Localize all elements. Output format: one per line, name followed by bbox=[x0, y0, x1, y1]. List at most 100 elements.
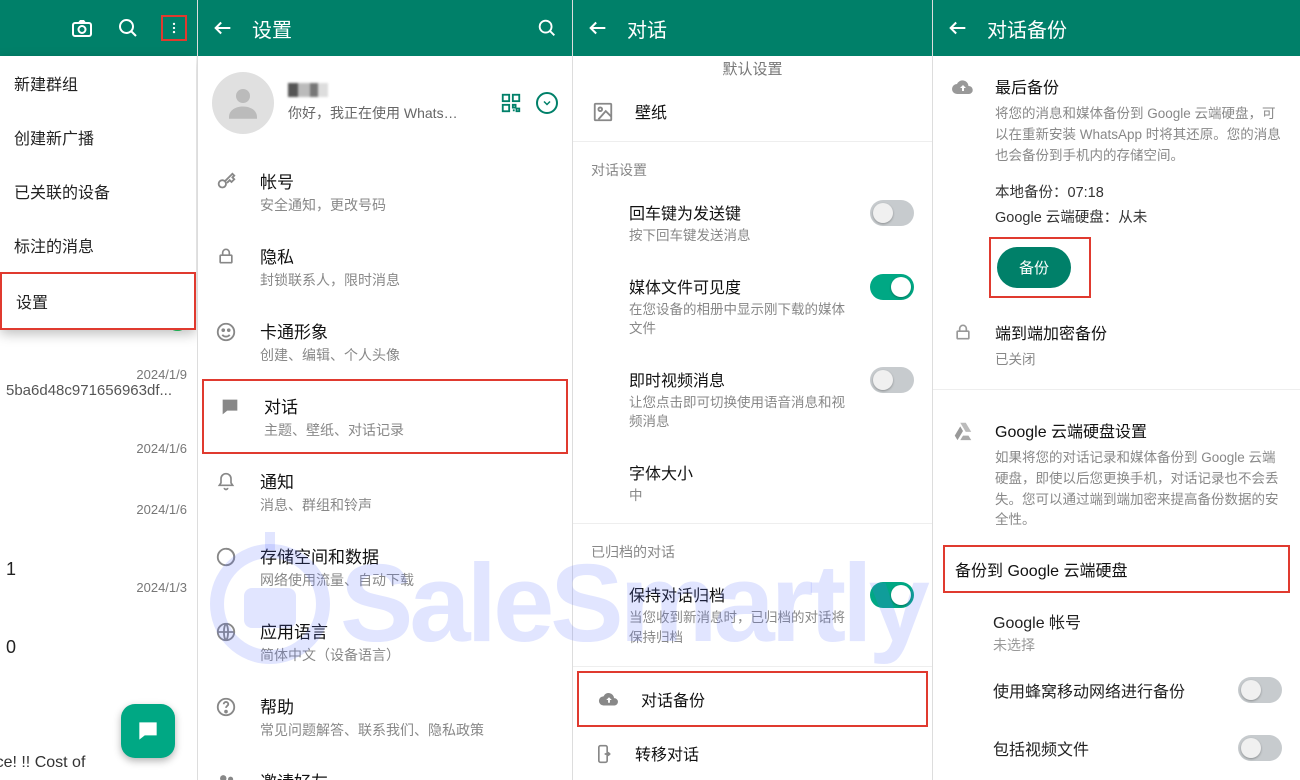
item-title: 媒体文件可见度 bbox=[629, 274, 850, 298]
back-icon[interactable] bbox=[587, 17, 609, 39]
chat-row[interactable]: 2024/1/9 5ba6d48c971656963df... bbox=[0, 343, 197, 411]
back-icon[interactable] bbox=[212, 17, 234, 39]
row-google-account[interactable]: Google 帐号 未选择 bbox=[933, 599, 1300, 661]
toggle-enter-send[interactable] bbox=[870, 200, 914, 226]
chat-fragment: 1 bbox=[6, 559, 16, 580]
settings-chats[interactable]: 对话主题、壁纸、对话记录 bbox=[202, 379, 568, 454]
settings-storage[interactable]: 存储空间和数据网络使用流量、自动下载 bbox=[198, 529, 572, 604]
menu-starred[interactable]: 标注的消息 bbox=[0, 218, 196, 272]
screen-chat-settings: 对话 默认设置 壁纸 对话设置 回车键为发送键按下回车键发送消息 媒体文件可见度… bbox=[573, 0, 933, 780]
toggle-cellular[interactable] bbox=[1238, 677, 1282, 703]
chat-date: 2024/1/3 bbox=[136, 580, 187, 595]
item-desc: 主题、壁纸、对话记录 bbox=[264, 420, 404, 440]
drive-backup-value: Google 云端硬盘：从未 bbox=[995, 206, 1282, 227]
row-cellular-backup[interactable]: 使用蜂窝移动网络进行备份 bbox=[933, 661, 1300, 719]
item-desc: 简体中文（设备语言） bbox=[260, 645, 400, 665]
profile-name-blurred bbox=[288, 83, 328, 97]
item-desc: 当您收到新消息时，已归档的对话将保持归档 bbox=[629, 608, 850, 647]
item-title: Google 帐号 bbox=[993, 609, 1282, 633]
item-title: 使用蜂窝移动网络进行备份 bbox=[993, 678, 1185, 702]
item-title: 对话 bbox=[264, 393, 404, 418]
avatar bbox=[212, 72, 274, 134]
highlight-box: 对话备份 bbox=[577, 671, 928, 727]
menu-new-broadcast[interactable]: 创建新广播 bbox=[0, 110, 196, 164]
row-e2e-backup[interactable]: 端到端加密备份 已关闭 bbox=[995, 320, 1282, 371]
header: 对话备份 bbox=[933, 0, 1300, 56]
row-instant-video[interactable]: 即时视频消息让您点击即可切换使用语音消息和视频消息 bbox=[573, 353, 932, 446]
chat-row[interactable]: 1 2024/1/3 bbox=[0, 529, 197, 607]
new-chat-button[interactable] bbox=[121, 704, 175, 758]
toggle-include-video[interactable] bbox=[1238, 735, 1282, 761]
row-include-video[interactable]: 包括视频文件 bbox=[933, 719, 1300, 777]
menu-new-group[interactable]: 新建群组 bbox=[0, 56, 196, 110]
face-icon bbox=[214, 321, 238, 343]
settings-account[interactable]: 帐号安全通知，更改号码 bbox=[198, 154, 572, 229]
lock-icon bbox=[951, 322, 975, 371]
row-media-visibility[interactable]: 媒体文件可见度在您设备的相册中显示刚下载的媒体文件 bbox=[573, 260, 932, 353]
profile-status: 你好，我正在使用 WhatsA... bbox=[288, 103, 458, 123]
item-title: 隐私 bbox=[260, 243, 400, 268]
overflow-menu: 新建群组 创建新广播 已关联的设备 标注的消息 设置 bbox=[0, 56, 196, 330]
settings-help[interactable]: 帮助常见问题解答、联系我们、隐私政策 bbox=[198, 679, 572, 754]
highlight-box: 备份 bbox=[989, 237, 1091, 298]
row-transfer[interactable]: 转移对话 bbox=[573, 727, 932, 779]
chat-row[interactable]: 2024/1/6 bbox=[0, 468, 197, 529]
settings-language[interactable]: 应用语言简体中文（设备语言） bbox=[198, 604, 572, 679]
backup-button[interactable]: 备份 bbox=[997, 247, 1071, 288]
item-title: 通知 bbox=[260, 468, 372, 493]
item-desc: 常见问题解答、联系我们、隐私政策 bbox=[260, 720, 484, 740]
last-backup-desc: 将您的消息和媒体备份到 Google 云端硬盘，可以在重新安装 WhatsApp… bbox=[995, 104, 1282, 167]
item-title: 邀请好友 bbox=[260, 768, 328, 780]
item-title: 即时视频消息 bbox=[629, 367, 850, 391]
search-icon[interactable] bbox=[115, 15, 141, 41]
more-icon[interactable] bbox=[161, 15, 187, 41]
toolbar bbox=[0, 0, 197, 56]
item-desc: 安全通知，更改号码 bbox=[260, 195, 386, 215]
item-title: 回车键为发送键 bbox=[629, 200, 850, 224]
item-title: 帮助 bbox=[260, 693, 484, 718]
header: 设置 bbox=[198, 0, 572, 56]
globe-icon bbox=[214, 621, 238, 643]
chat-row[interactable]: 2024/1/6 bbox=[0, 411, 197, 468]
camera-icon[interactable] bbox=[69, 15, 95, 41]
settings-privacy[interactable]: 隐私封锁联系人，限时消息 bbox=[198, 229, 572, 304]
toggle-instant-video[interactable] bbox=[870, 367, 914, 393]
row-enter-send[interactable]: 回车键为发送键按下回车键发送消息 bbox=[573, 186, 932, 260]
drive-settings-title: Google 云端硬盘设置 bbox=[995, 418, 1282, 442]
data-icon bbox=[214, 546, 238, 568]
chat-date: 2024/1/6 bbox=[136, 502, 187, 517]
toggle-keep-archived[interactable] bbox=[870, 582, 914, 608]
screen-chatlist: 新建群组 创建新广播 已关联的设备 标注的消息 设置 2024/1/11 1 2… bbox=[0, 0, 198, 780]
menu-settings[interactable]: 设置 bbox=[0, 272, 196, 330]
phone-transfer-icon bbox=[591, 743, 615, 765]
settings-notifications[interactable]: 通知消息、群组和铃声 bbox=[198, 454, 572, 529]
chat-icon bbox=[218, 396, 242, 418]
row-font-size[interactable]: 字体大小中 bbox=[573, 446, 932, 520]
settings-invite[interactable]: 邀请好友 bbox=[198, 754, 572, 780]
item-desc: 封锁联系人，限时消息 bbox=[260, 270, 400, 290]
profile-row[interactable]: 你好，我正在使用 WhatsA... bbox=[198, 56, 572, 154]
back-icon[interactable] bbox=[947, 17, 969, 39]
chat-fragment: 0 bbox=[6, 637, 16, 658]
chat-row[interactable]: 0 bbox=[0, 607, 197, 670]
page-title: 对话备份 bbox=[987, 14, 1067, 43]
search-icon[interactable] bbox=[536, 17, 558, 39]
qr-icon[interactable] bbox=[500, 92, 522, 114]
item-title: 壁纸 bbox=[635, 99, 914, 123]
menu-linked-devices[interactable]: 已关联的设备 bbox=[0, 164, 196, 218]
row-keep-archived[interactable]: 保持对话归档当您收到新消息时，已归档的对话将保持归档 bbox=[573, 568, 932, 661]
toggle-media-visibility[interactable] bbox=[870, 274, 914, 300]
item-desc: 网络使用流量、自动下载 bbox=[260, 570, 414, 590]
item-title: 转移对话 bbox=[635, 741, 914, 765]
last-backup-title: 最后备份 bbox=[995, 74, 1282, 98]
item-desc: 在您设备的相册中显示刚下载的媒体文件 bbox=[629, 300, 850, 339]
header: 对话 bbox=[573, 0, 932, 56]
settings-avatar[interactable]: 卡通形象创建、编辑、个人头像 bbox=[198, 304, 572, 379]
row-chat-backup[interactable]: 对话备份 bbox=[579, 673, 926, 725]
help-icon bbox=[214, 696, 238, 718]
chat-date: 2024/1/9 bbox=[136, 367, 187, 382]
row-wallpaper[interactable]: 壁纸 bbox=[573, 85, 932, 137]
dropdown-icon[interactable] bbox=[536, 92, 558, 114]
row-backup-to-drive[interactable]: 备份到 Google 云端硬盘 bbox=[943, 545, 1290, 593]
cloud-up-icon bbox=[951, 76, 975, 308]
